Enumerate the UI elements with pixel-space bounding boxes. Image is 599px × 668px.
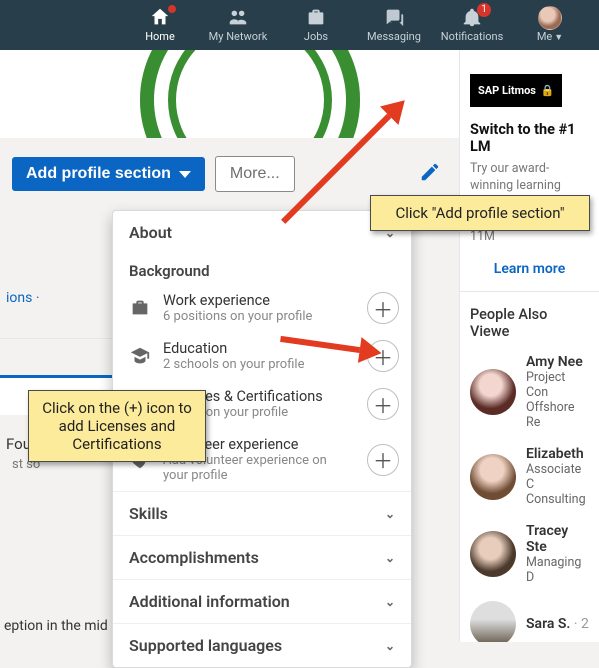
more-button[interactable]: More...: [215, 156, 295, 192]
add-volunteer-button[interactable]: ＋: [367, 444, 399, 476]
dd-languages[interactable]: Supported languages ⌄: [113, 623, 411, 667]
plus-icon: ＋: [373, 445, 393, 474]
chevron-down-icon: ▼: [554, 32, 563, 43]
nav-home-label: Home: [145, 30, 175, 43]
right-rail: SAP Litmos 🔒 Switch to the #1 LM Try our…: [459, 50, 599, 642]
person-avatar: [470, 454, 516, 500]
add-licenses-button[interactable]: ＋: [367, 388, 399, 420]
person-name: Tracey Ste: [526, 523, 589, 555]
annotation-callout-2: Click on the (+) icon to add Licenses an…: [28, 390, 206, 462]
person-avatar: [470, 369, 516, 415]
dd-about[interactable]: About ⌄: [113, 211, 411, 254]
annotation-callout-1: Click "Add profile section": [370, 195, 590, 231]
promo-brand-logo: SAP Litmos 🔒: [470, 74, 562, 107]
jobs-icon: [305, 6, 327, 31]
nav-me[interactable]: Me▼: [511, 0, 589, 50]
promo-card: SAP Litmos 🔒 Switch to the #1 LM Try our…: [460, 50, 599, 292]
more-button-label: More...: [230, 165, 280, 182]
notifications-badge: 1: [477, 3, 491, 17]
promo-title: Switch to the #1 LM: [470, 121, 589, 155]
add-profile-section-button[interactable]: Add profile section: [12, 157, 205, 191]
home-badge-dot: [168, 5, 176, 13]
nav-jobs[interactable]: Jobs: [277, 0, 355, 50]
pencil-icon: [419, 168, 441, 187]
nav-messaging-label: Messaging: [367, 30, 421, 43]
chevron-down-icon: [179, 171, 191, 178]
avatar: [538, 6, 562, 30]
nav-me-label: Me▼: [537, 30, 563, 43]
person-card[interactable]: Elizabeth Associate C Consulting: [460, 438, 599, 515]
person-name: Amy Nee: [526, 354, 589, 370]
dd-additional[interactable]: Additional information ⌄: [113, 579, 411, 623]
dd-additional-label: Additional information: [129, 592, 290, 611]
dd-skills-label: Skills: [129, 504, 168, 523]
certified-seal-graphic: www.ema: [140, 50, 360, 138]
nav-messaging[interactable]: Messaging: [355, 0, 433, 50]
nav-network-label: My Network: [209, 30, 268, 43]
dd-accomplishments[interactable]: Accomplishments ⌄: [113, 535, 411, 579]
person-name: Sara S. · 2: [526, 616, 589, 632]
dd-item-sub: 6 positions on your profile: [163, 309, 355, 324]
dd-background-label: Background: [113, 254, 411, 284]
chevron-down-icon: ⌄: [385, 507, 395, 521]
people-also-viewed-heading: People Also Viewe: [460, 292, 599, 346]
person-card[interactable]: Amy Nee Project Con Offshore Re: [460, 346, 599, 438]
lock-icon: 🔒: [538, 84, 554, 97]
profile-actions-row: Add profile section More...: [0, 138, 459, 202]
dd-skills[interactable]: Skills ⌄: [113, 491, 411, 535]
edit-profile-button[interactable]: [413, 157, 447, 191]
nav-network[interactable]: My Network: [199, 0, 277, 50]
dd-item-work-experience: Work experience 6 positions on your prof…: [113, 284, 411, 332]
plus-icon: ＋: [373, 294, 393, 323]
dd-about-label: About: [129, 223, 172, 242]
nav-jobs-label: Jobs: [304, 30, 328, 43]
cutoff-link[interactable]: ions ·: [0, 280, 112, 316]
top-nav: Home My Network Jobs Messaging: [0, 0, 599, 50]
briefcase-icon: [129, 297, 151, 319]
add-profile-section-label: Add profile section: [26, 165, 171, 183]
chevron-down-icon: ⌄: [385, 595, 395, 609]
person-subtitle: Managing D: [526, 555, 589, 585]
person-card[interactable]: Sara S. · 2: [460, 593, 599, 642]
dd-accomplishments-label: Accomplishments: [129, 548, 259, 567]
promo-learn-more-link[interactable]: Learn more: [470, 261, 589, 277]
person-subtitle: Project Con Offshore Re: [526, 370, 589, 430]
network-icon: [227, 6, 249, 31]
nav-notifications[interactable]: 1 Notifications: [433, 0, 511, 50]
person-avatar: [470, 601, 516, 642]
add-work-experience-button[interactable]: ＋: [367, 292, 399, 324]
dd-item-title: Work experience: [163, 292, 355, 309]
chevron-down-icon: ⌄: [385, 551, 395, 565]
dd-languages-label: Supported languages: [129, 636, 282, 655]
person-avatar: [470, 531, 516, 577]
person-subtitle: Associate C Consulting: [526, 462, 589, 507]
person-name: Elizabeth: [526, 446, 589, 462]
nav-home[interactable]: Home: [121, 0, 199, 50]
messaging-icon: [383, 6, 405, 31]
chevron-down-icon: ⌄: [385, 639, 395, 653]
dd-item-sub: 2 schools on your profile: [163, 357, 355, 372]
education-icon: [129, 345, 151, 367]
person-card[interactable]: Tracey Ste Managing D: [460, 515, 599, 593]
nav-notifications-label: Notifications: [441, 30, 504, 43]
plus-icon: ＋: [373, 390, 393, 419]
